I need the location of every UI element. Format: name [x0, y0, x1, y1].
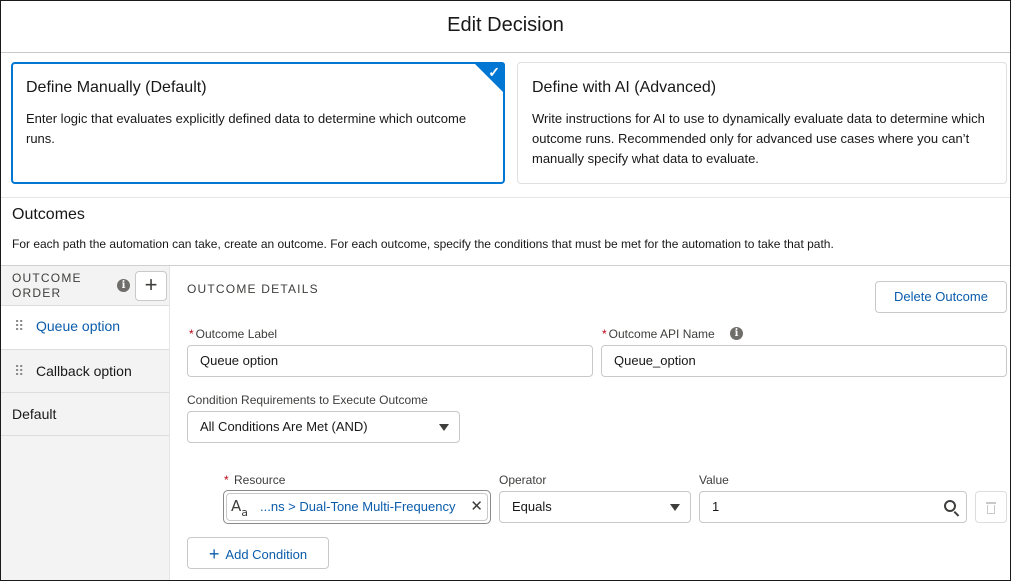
- field-label-text: Outcome API Name: [608, 327, 715, 341]
- card-description: Enter logic that evaluates explicitly de…: [26, 111, 467, 146]
- required-marker: *: [224, 473, 229, 487]
- add-condition-label: Add Condition: [225, 547, 308, 562]
- value-field-label: Value: [699, 473, 729, 487]
- outcome-details-panel: OUTCOME DETAILS Delete Outcome * Outcome …: [171, 266, 1010, 580]
- select-value: All Conditions Are Met (AND): [200, 419, 368, 434]
- resource-field-label: * Resource: [224, 473, 285, 487]
- card-title: Define Manually (Default): [26, 79, 207, 96]
- required-marker: *: [602, 327, 607, 341]
- definition-mode-selector: ✓ Define Manually (Default) Enter logic …: [1, 53, 1010, 198]
- define-manually-card[interactable]: ✓ Define Manually (Default) Enter logic …: [11, 62, 505, 184]
- outcomes-heading: Outcomes: [12, 206, 85, 223]
- info-icon[interactable]: i: [117, 279, 130, 292]
- condition-requirements-select[interactable]: All Conditions Are Met (AND): [187, 411, 460, 443]
- field-label-text: Resource: [234, 473, 286, 487]
- dialog-title: Edit Decision: [447, 14, 564, 36]
- add-outcome-button[interactable]: +: [135, 271, 167, 301]
- card-description: Write instructions for AI to use to dyna…: [532, 111, 985, 166]
- condition-requirements-label: Condition Requirements to Execute Outcom…: [187, 393, 428, 407]
- resource-pill[interactable]: Aa ...ns > Dual-Tone Multi-Frequency ✕: [226, 493, 488, 521]
- select-value: Equals: [512, 499, 552, 514]
- drag-handle-icon[interactable]: ⠿: [14, 306, 24, 346]
- resource-pill-label: ...ns > Dual-Tone Multi-Frequency: [260, 499, 456, 514]
- search-icon[interactable]: [944, 500, 956, 512]
- outcome-item-label: Queue option: [36, 318, 121, 334]
- trash-icon: [986, 502, 996, 504]
- clear-icon[interactable]: ✕: [470, 494, 483, 520]
- info-icon[interactable]: i: [730, 327, 743, 340]
- outcomes-description: For each path the automation can take, c…: [12, 237, 834, 251]
- operator-select[interactable]: Equals: [499, 491, 691, 523]
- outcome-label-input[interactable]: Queue option: [187, 345, 593, 377]
- plus-icon: +: [208, 544, 220, 564]
- card-title: Define with AI (Advanced): [532, 79, 717, 96]
- outcome-item-default[interactable]: Default: [1, 393, 169, 436]
- outcome-api-name-input[interactable]: Queue_option: [601, 345, 1007, 377]
- required-marker: *: [189, 327, 194, 341]
- delete-outcome-button[interactable]: Delete Outcome: [875, 281, 1007, 313]
- outcome-order-header: OUTCOME ORDER i +: [1, 266, 169, 306]
- checkmark-icon: ✓: [488, 64, 500, 80]
- value-input[interactable]: 1: [699, 491, 967, 523]
- delete-condition-button: [975, 491, 1007, 523]
- add-condition-button[interactable]: + Add Condition: [187, 537, 329, 569]
- define-with-ai-card[interactable]: Define with AI (Advanced) Write instruct…: [517, 62, 1007, 184]
- outcome-details-heading: OUTCOME DETAILS: [187, 282, 319, 296]
- outcome-item-label: Callback option: [36, 363, 132, 379]
- chevron-down-icon: [670, 504, 680, 511]
- outcome-order-panel: OUTCOME ORDER i + ⠿ Queue option ⠿ Callb…: [1, 266, 170, 580]
- chevron-down-icon: [439, 424, 449, 431]
- outcome-order-label-line2: ORDER: [12, 286, 62, 300]
- outcome-item-callback-option[interactable]: ⠿ Callback option: [1, 350, 169, 393]
- text-type-icon: Aa: [231, 497, 249, 519]
- drag-handle-icon[interactable]: ⠿: [14, 350, 24, 393]
- outcome-item-queue-option[interactable]: ⠿ Queue option: [1, 306, 169, 350]
- value-text: 1: [712, 499, 720, 514]
- dialog-header: Edit Decision: [1, 1, 1010, 53]
- outcome-item-label: Default: [12, 406, 57, 422]
- outcome-order-label-line1: OUTCOME: [12, 271, 82, 285]
- outcome-order-label: OUTCOME ORDER: [12, 271, 82, 301]
- outcomes-section-header: Outcomes For each path the automation ca…: [1, 198, 1010, 266]
- plus-icon: +: [144, 272, 158, 297]
- operator-field-label: Operator: [499, 473, 547, 487]
- field-label-text: Outcome Label: [195, 327, 278, 341]
- outcome-api-name-field-label: * Outcome API Name: [602, 327, 715, 341]
- outcome-label-field-label: * Outcome Label: [189, 327, 277, 341]
- trash-icon-body: [987, 505, 995, 514]
- edit-decision-dialog: Edit Decision ✓ Define Manually (Default…: [0, 0, 1011, 581]
- resource-combobox[interactable]: Aa ...ns > Dual-Tone Multi-Frequency ✕: [223, 490, 491, 524]
